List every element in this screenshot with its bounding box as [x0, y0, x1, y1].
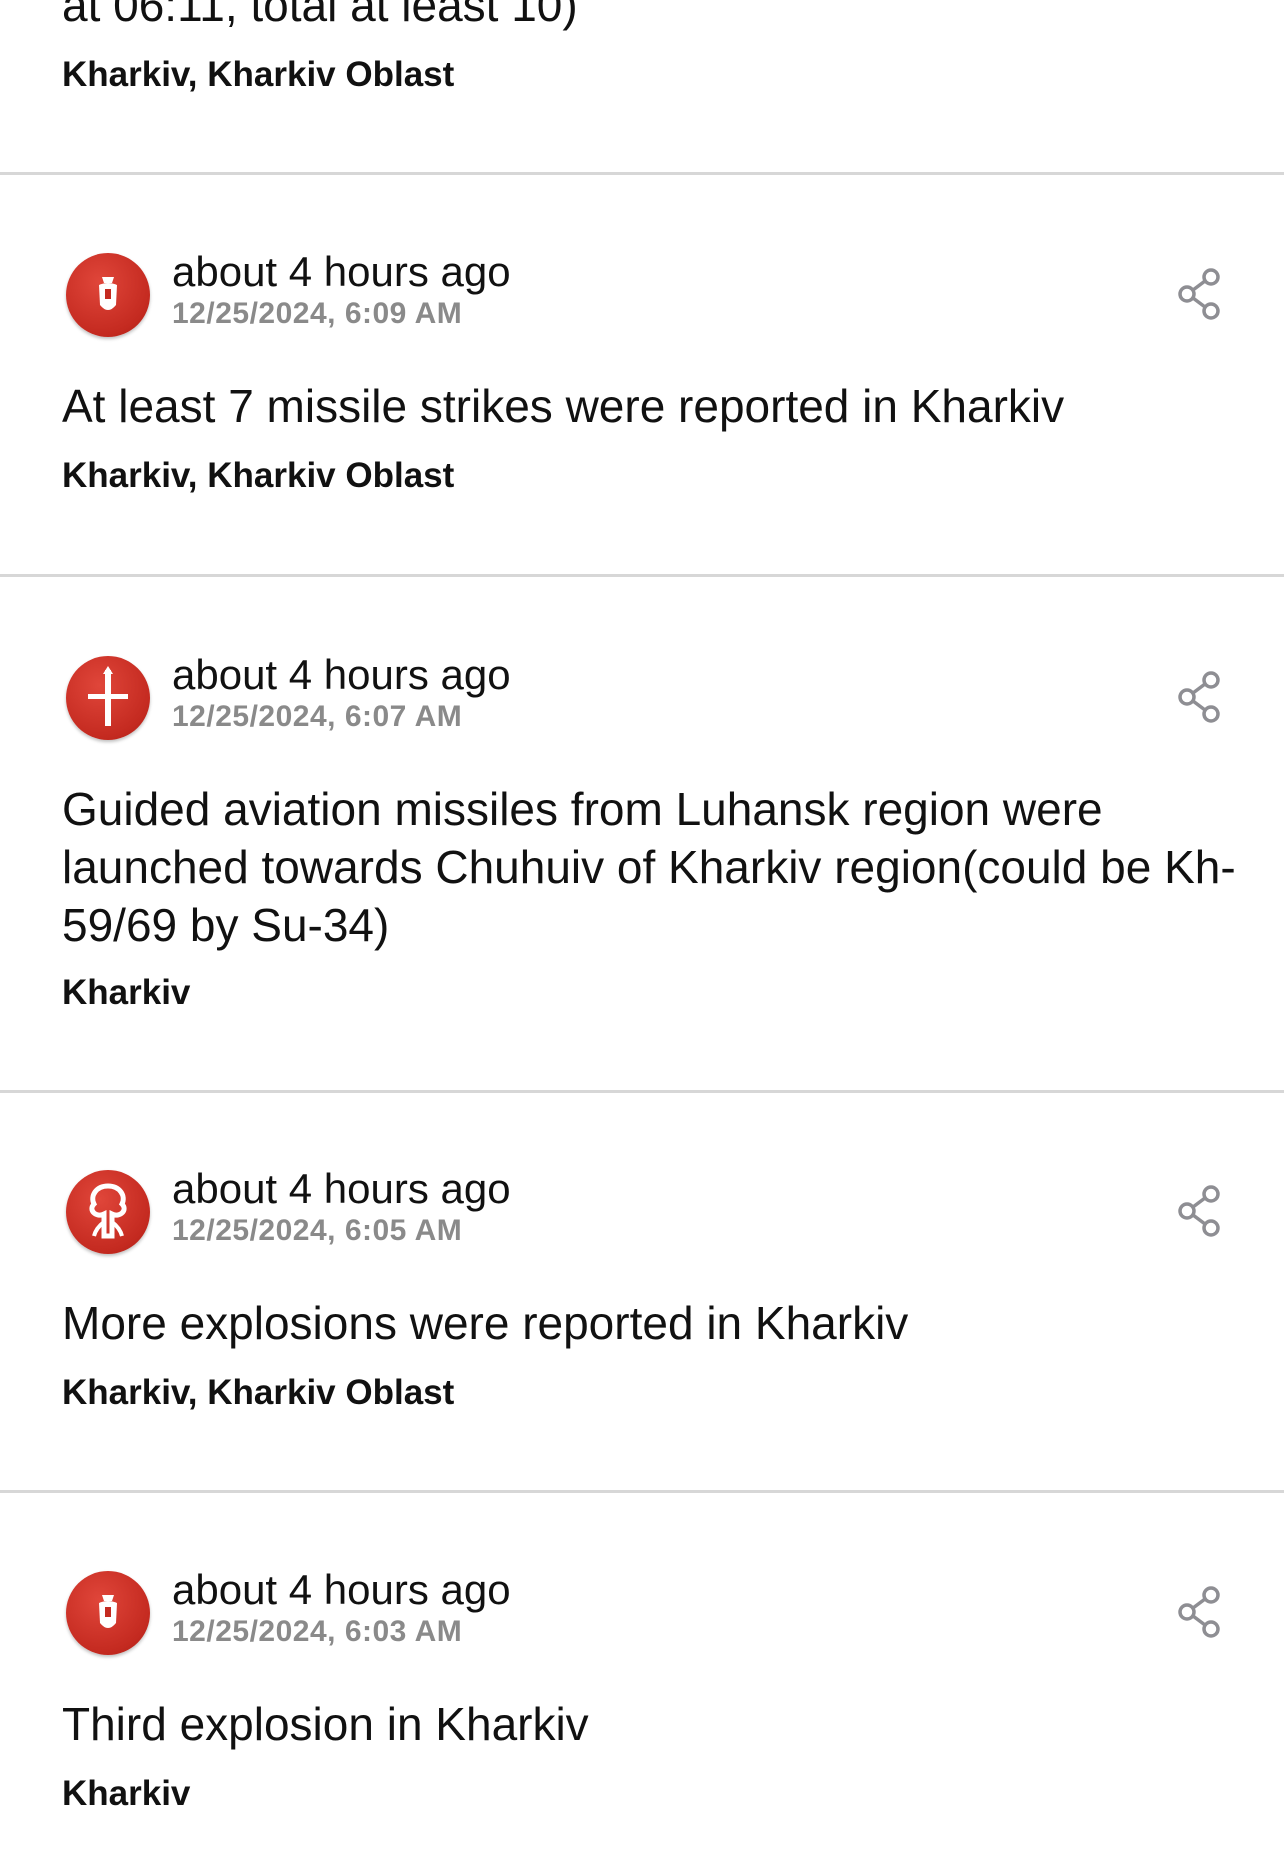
bomb-icon [66, 1571, 150, 1655]
separator [0, 172, 1284, 175]
event-location[interactable]: Kharkiv [62, 1773, 190, 1815]
share-icon[interactable] [1175, 1184, 1223, 1238]
relative-time: about 4 hours ago [172, 651, 511, 698]
share-icon[interactable] [1175, 1585, 1223, 1639]
event-message: Third explosion in Kharkiv [62, 1698, 589, 1750]
event-location[interactable]: Kharkiv [62, 972, 190, 1014]
share-icon[interactable] [1175, 670, 1223, 724]
separator [0, 1090, 1284, 1093]
relative-time: about 4 hours ago [172, 248, 511, 295]
timestamp: 12/25/2024, 6:07 AM [172, 700, 463, 733]
share-icon[interactable] [1175, 267, 1223, 321]
event-message: Guided aviation missiles from Luhansk re… [62, 783, 1236, 951]
separator [0, 1490, 1284, 1493]
event-location[interactable]: Kharkiv, Kharkiv Oblast [62, 455, 454, 497]
missile-icon [66, 656, 150, 740]
event-feed: at 06:11, total at least 10) Kharkiv, Kh… [0, 0, 1284, 1868]
event-location[interactable]: Kharkiv, Kharkiv Oblast [62, 1372, 454, 1414]
event-message: At least 7 missile strikes were reported… [62, 380, 1065, 432]
event-location[interactable]: Kharkiv, Kharkiv Oblast [62, 54, 454, 96]
explosion-icon [66, 1170, 150, 1254]
event-message: at 06:11, total at least 10) [62, 0, 578, 31]
timestamp: 12/25/2024, 6:05 AM [172, 1214, 463, 1247]
timestamp: 12/25/2024, 6:09 AM [172, 297, 463, 330]
relative-time: about 4 hours ago [172, 1165, 511, 1212]
separator [0, 574, 1284, 577]
event-message: More explosions were reported in Kharkiv [62, 1297, 909, 1349]
bomb-icon [66, 253, 150, 337]
timestamp: 12/25/2024, 6:03 AM [172, 1615, 463, 1648]
relative-time: about 4 hours ago [172, 1566, 511, 1613]
